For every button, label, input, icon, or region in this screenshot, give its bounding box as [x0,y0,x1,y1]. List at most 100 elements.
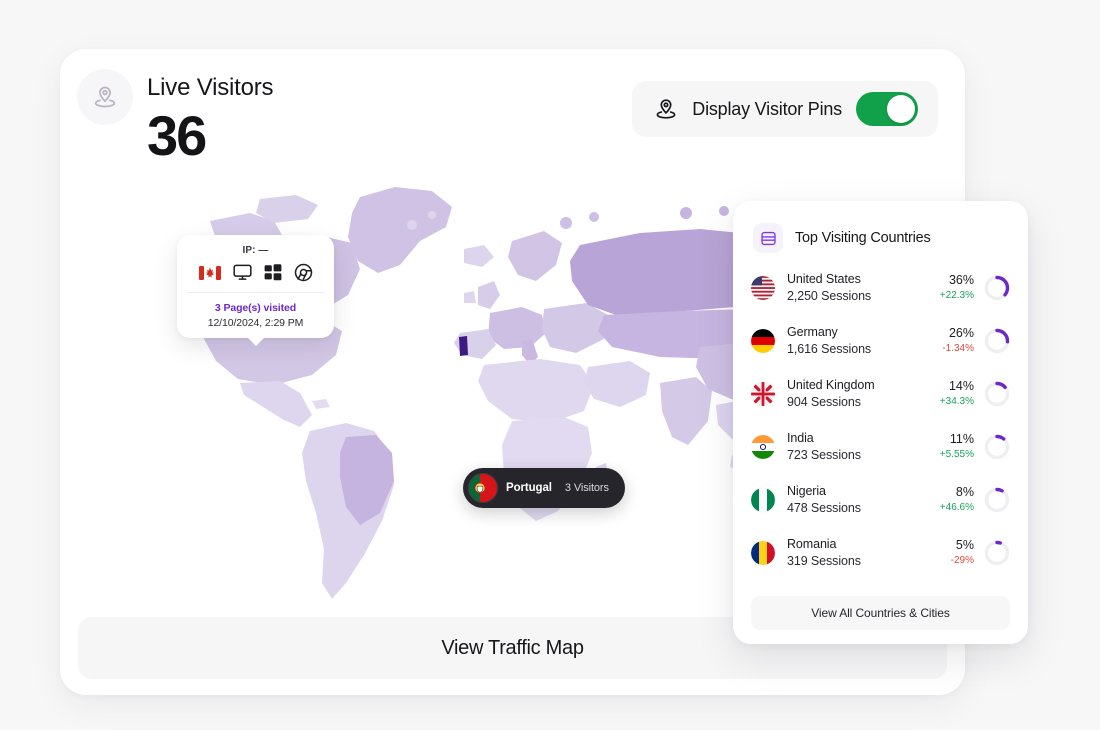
view-all-countries-button[interactable]: View All Countries & Cities [751,596,1010,630]
country-percent: 26% [942,325,974,341]
live-visitor-count: 36 [147,105,273,167]
country-sessions: 1,616 Sessions [787,341,942,358]
visitor-pages-visited: 3 Page(s) visited [187,302,324,314]
country-delta: +46.6% [940,501,974,515]
ro-flag-icon [751,541,775,565]
country-stats: 26% -1.34% [942,325,974,356]
progress-ring-glyph [984,434,1010,460]
country-percent: 36% [940,272,974,288]
database-stack-icon [753,223,783,253]
country-name: United Kingdom [787,377,940,393]
visitor-timestamp: 12/10/2024, 2:29 PM [187,317,324,329]
windows-icon [264,264,282,281]
visitor-ip: IP: — [187,245,324,256]
gb-flag-glyph [751,382,775,406]
country-percent: 14% [940,378,974,394]
country-stats: 8% +46.6% [940,484,974,515]
map-country-tooltip-portugal[interactable]: Portugal 3 Visitors [463,468,625,508]
toggle-knob [887,95,915,123]
country-info: Germany 1,616 Sessions [787,324,942,358]
gb-flag-icon [751,382,775,406]
chrome-icon [294,263,313,282]
country-name: India [787,430,940,446]
country-row[interactable]: Nigeria 478 Sessions 8% +46.6% [751,473,1010,526]
progress-ring-glyph [984,328,1010,354]
country-percent: 11% [940,431,974,447]
country-info: Romania 319 Sessions [787,536,951,570]
page-root: Live Visitors 36 Display Visitor Pins IP… [0,0,1100,730]
country-stats: 14% +34.3% [940,378,974,409]
visitor-meta-icons [187,263,324,293]
country-row[interactable]: India 723 Sessions 11% +5.55% [751,420,1010,473]
country-delta: -1.34% [942,342,974,356]
us-flag-glyph [751,276,775,300]
country-percent: 8% [940,484,974,500]
country-info: United States 2,250 Sessions [787,271,940,305]
portugal-flag-glyph [469,474,497,502]
progress-ring-glyph [984,275,1010,301]
country-stats: 5% -29% [951,537,974,568]
display-visitor-pins-label: Display Visitor Pins [692,99,842,120]
country-row[interactable]: Germany 1,616 Sessions 26% -1.34% [751,314,1010,367]
page-title: Live Visitors [147,73,273,103]
header-titles: Live Visitors 36 [147,73,273,167]
countries-list: United States 2,250 Sessions 36% +22.3% [733,253,1028,579]
country-sessions: 723 Sessions [787,447,940,464]
us-flag-icon [751,276,775,300]
progress-ring-glyph [984,540,1010,566]
country-progress-ring [984,434,1010,460]
country-progress-ring [984,487,1010,513]
database-stack-glyph [760,230,777,247]
country-row[interactable]: United Kingdom 904 Sessions 14% +34.3% [751,367,1010,420]
country-sessions: 319 Sessions [787,553,951,570]
display-visitor-pins-toggle[interactable] [856,92,918,126]
country-progress-ring [984,381,1010,407]
view-all-countries-label: View All Countries & Cities [811,606,949,620]
country-info: United Kingdom 904 Sessions [787,377,940,411]
country-row[interactable]: Romania 319 Sessions 5% -29% [751,526,1010,579]
country-delta: +22.3% [940,289,974,303]
country-delta: +5.55% [940,448,974,462]
countries-panel-title: Top Visiting Countries [795,230,931,246]
de-flag-icon [751,329,775,353]
country-progress-ring [984,328,1010,354]
country-stats: 11% +5.55% [940,431,974,462]
ng-flag-glyph [751,488,775,512]
location-pin-icon [654,97,678,121]
top-visiting-countries-panel: Top Visiting Countries [733,201,1028,644]
tooltip-country-name: Portugal [506,482,552,494]
country-stats: 36% +22.3% [940,272,974,303]
country-info: India 723 Sessions [787,430,940,464]
desktop-monitor-icon [233,264,252,281]
view-traffic-map-label: View Traffic Map [441,637,583,660]
country-info: Nigeria 478 Sessions [787,483,940,517]
in-flag-glyph [751,435,775,459]
country-name: Romania [787,536,951,552]
country-sessions: 478 Sessions [787,500,940,517]
countries-panel-header: Top Visiting Countries [733,201,1028,253]
visitor-detail-popup[interactable]: IP: — [177,235,334,338]
progress-ring-glyph [984,381,1010,407]
card-header: Live Visitors 36 Display Visitor Pins [60,49,965,179]
country-name: Nigeria [787,483,940,499]
country-progress-ring [984,275,1010,301]
display-visitor-pins-control[interactable]: Display Visitor Pins [632,81,938,137]
location-pin-icon [77,69,133,125]
in-flag-icon [751,435,775,459]
country-delta: -29% [951,554,974,568]
country-name: United States [787,271,940,287]
ro-flag-glyph [751,541,775,565]
country-sessions: 2,250 Sessions [787,288,940,305]
de-flag-glyph [751,329,775,353]
progress-ring-glyph [984,487,1010,513]
tooltip-visitor-count: 3 Visitors [565,482,609,494]
country-percent: 5% [951,537,974,553]
country-sessions: 904 Sessions [787,394,940,411]
country-progress-ring [984,540,1010,566]
country-delta: +34.3% [940,395,974,409]
country-row[interactable]: United States 2,250 Sessions 36% +22.3% [751,261,1010,314]
country-name: Germany [787,324,942,340]
portugal-flag-icon [469,474,497,502]
canada-flag-icon [199,265,221,281]
ng-flag-icon [751,488,775,512]
